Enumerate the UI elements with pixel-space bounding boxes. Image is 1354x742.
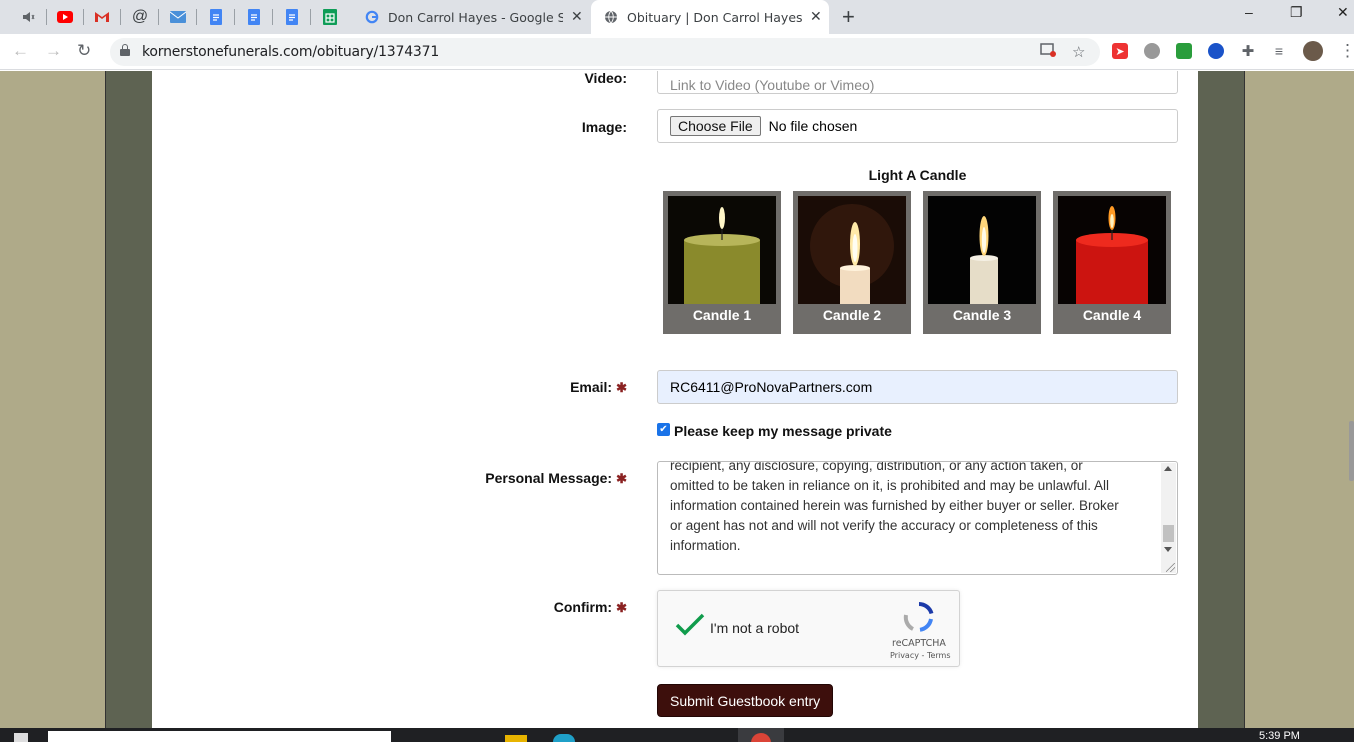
file-status: No file chosen <box>768 118 858 134</box>
captcha-text: I'm not a robot <box>710 620 800 636</box>
email-label-text: Email: <box>570 379 613 395</box>
reload-button[interactable]: ↻ <box>77 41 91 61</box>
candle-1-image <box>668 196 776 304</box>
candle-option-1[interactable]: Candle 1 <box>663 191 781 334</box>
recaptcha-widget: I'm not a robot reCAPTCHA Privacy - Term… <box>657 590 960 667</box>
choose-file-button[interactable]: Choose File <box>670 116 761 136</box>
video-link-input[interactable]: Link to Video (Youtube or Vimeo) <box>657 71 1178 94</box>
candle-label: Candle 2 <box>822 307 882 323</box>
email-value: RC6411@ProNovaPartners.com <box>670 379 873 395</box>
submit-guestbook-button[interactable]: Submit Guestbook entry <box>657 684 834 717</box>
personal-message-label: Personal Message: ✱ <box>485 470 627 487</box>
profile-avatar[interactable] <box>1303 41 1323 61</box>
gmail-icon[interactable] <box>90 5 114 29</box>
image-file-input: Choose File No file chosen <box>657 109 1178 143</box>
tab-google-search[interactable]: Don Carrol Hayes - Google Searc ✕ <box>352 0 590 34</box>
page-scrollbar-thumb[interactable] <box>1349 421 1354 481</box>
tab-title: Don Carrol Hayes - Google Searc <box>388 9 563 25</box>
google-docs-icon[interactable] <box>242 5 266 29</box>
video-label: Video: <box>584 71 627 86</box>
page-border-left <box>105 71 152 728</box>
candle-2-image <box>798 196 906 304</box>
image-label: Image: <box>581 119 627 135</box>
send-extension-icon[interactable]: ➤ <box>1112 43 1128 59</box>
required-asterisk: ✱ <box>616 600 627 615</box>
taskbar-clock[interactable]: 5:39 PM <box>1259 730 1300 742</box>
extensions-puzzle-icon[interactable]: ✚ <box>1240 43 1256 60</box>
candle-3-image <box>928 196 1036 304</box>
cast-blocked-icon[interactable] <box>1040 43 1056 61</box>
required-asterisk: ✱ <box>616 471 627 486</box>
google-docs-icon[interactable] <box>280 5 304 29</box>
lock-icon[interactable] <box>120 44 130 56</box>
email-field[interactable]: RC6411@ProNovaPartners.com <box>657 370 1178 404</box>
candle-option-2[interactable]: Candle 2 <box>793 191 911 334</box>
candle-option-3[interactable]: Candle 3 <box>923 191 1041 334</box>
url-text[interactable]: kornerstonefunerals.com/obituary/1374371 <box>142 44 439 60</box>
candle-section-title: Light A Candle <box>868 167 967 183</box>
rocket-extension-icon[interactable] <box>1208 43 1224 59</box>
candle-option-4[interactable]: Candle 4 <box>1053 191 1171 334</box>
resize-handle-icon[interactable] <box>1166 563 1175 572</box>
youtube-icon[interactable] <box>53 5 77 29</box>
file-explorer-icon[interactable] <box>505 735 527 742</box>
confirm-label-text: Confirm: <box>553 599 613 615</box>
address-bar[interactable]: kornerstonefunerals.com/obituary/1374371… <box>110 38 1100 66</box>
candle-label: Candle 4 <box>1082 307 1142 323</box>
required-asterisk: ✱ <box>616 380 627 395</box>
scrollbar-thumb[interactable] <box>1163 525 1174 542</box>
tab-title: Obituary | Don Carrol Hayes (Pla <box>627 9 802 25</box>
personal-message-text: recipient, any disclosure, copying, dist… <box>670 461 1119 553</box>
recaptcha-brand: reCAPTCHA <box>892 638 946 649</box>
globe-icon <box>603 9 619 25</box>
google-sheets-icon[interactable] <box>318 5 342 29</box>
chrome-taskbar-button[interactable] <box>738 728 784 742</box>
recaptcha-logo-icon <box>903 601 935 638</box>
browser-menu-button[interactable]: ⋮ <box>1339 41 1354 61</box>
globe-extension-icon[interactable] <box>1144 43 1160 59</box>
personal-message-textarea[interactable]: recipient, any disclosure, copying, dist… <box>657 461 1178 575</box>
edge-icon[interactable] <box>553 734 575 742</box>
guestbook-form: Video: Link to Video (Youtube or Vimeo) … <box>152 71 1198 728</box>
candle-label: Candle 1 <box>692 307 752 323</box>
close-tab-icon[interactable]: ✕ <box>571 9 583 25</box>
scroll-down-arrow-icon[interactable] <box>1164 547 1172 552</box>
close-window-button[interactable]: ✕ <box>1337 4 1349 21</box>
page-border-right <box>1198 71 1245 728</box>
private-message-label[interactable]: Please keep my message private <box>674 423 892 439</box>
minimize-button[interactable]: – <box>1245 4 1253 20</box>
mute-tab-icon[interactable] <box>16 5 40 29</box>
at-sign-icon[interactable]: @ <box>128 5 152 29</box>
bookmark-star-icon[interactable]: ☆ <box>1072 43 1085 61</box>
new-tab-button[interactable]: + <box>842 4 855 30</box>
textarea-scrollbar[interactable] <box>1161 463 1176 573</box>
email-label: Email: ✱ <box>570 379 627 396</box>
google-docs-icon[interactable] <box>204 5 228 29</box>
mail-icon[interactable] <box>166 5 190 29</box>
frog-extension-icon[interactable] <box>1176 43 1192 59</box>
page-viewport: Video: Link to Video (Youtube or Vimeo) … <box>0 71 1354 728</box>
tab-strip: @ Don Carrol Hayes - Google Searc ✕ Obit… <box>0 0 1354 34</box>
tab-obituary[interactable]: Obituary | Don Carrol Hayes (Pla ✕ <box>591 0 829 34</box>
scroll-up-arrow-icon[interactable] <box>1164 466 1172 471</box>
restore-button[interactable]: ❐ <box>1290 4 1303 21</box>
candle-4-image <box>1058 196 1166 304</box>
personal-message-label-text: Personal Message: <box>485 470 613 486</box>
windows-taskbar: 5:39 PM <box>0 728 1354 742</box>
confirm-label: Confirm: ✱ <box>554 599 627 616</box>
recaptcha-privacy-terms[interactable]: Privacy - Terms <box>890 651 951 660</box>
media-queue-icon[interactable]: ≡ <box>1271 43 1287 59</box>
google-icon <box>364 9 380 25</box>
video-placeholder: Link to Video (Youtube or Vimeo) <box>670 77 875 93</box>
windows-start-icon[interactable] <box>14 733 28 742</box>
candle-label: Candle 3 <box>952 307 1012 323</box>
back-button[interactable]: ← <box>12 41 29 61</box>
taskbar-search-box[interactable] <box>48 731 391 742</box>
chrome-icon <box>751 733 771 742</box>
close-tab-icon[interactable]: ✕ <box>810 9 822 25</box>
browser-toolbar: ← → ↻ kornerstonefunerals.com/obituary/1… <box>0 34 1354 70</box>
private-message-checkbox[interactable]: ✔ <box>657 423 670 436</box>
captcha-checkmark-icon[interactable] <box>674 613 706 642</box>
forward-button[interactable]: → <box>45 41 62 61</box>
